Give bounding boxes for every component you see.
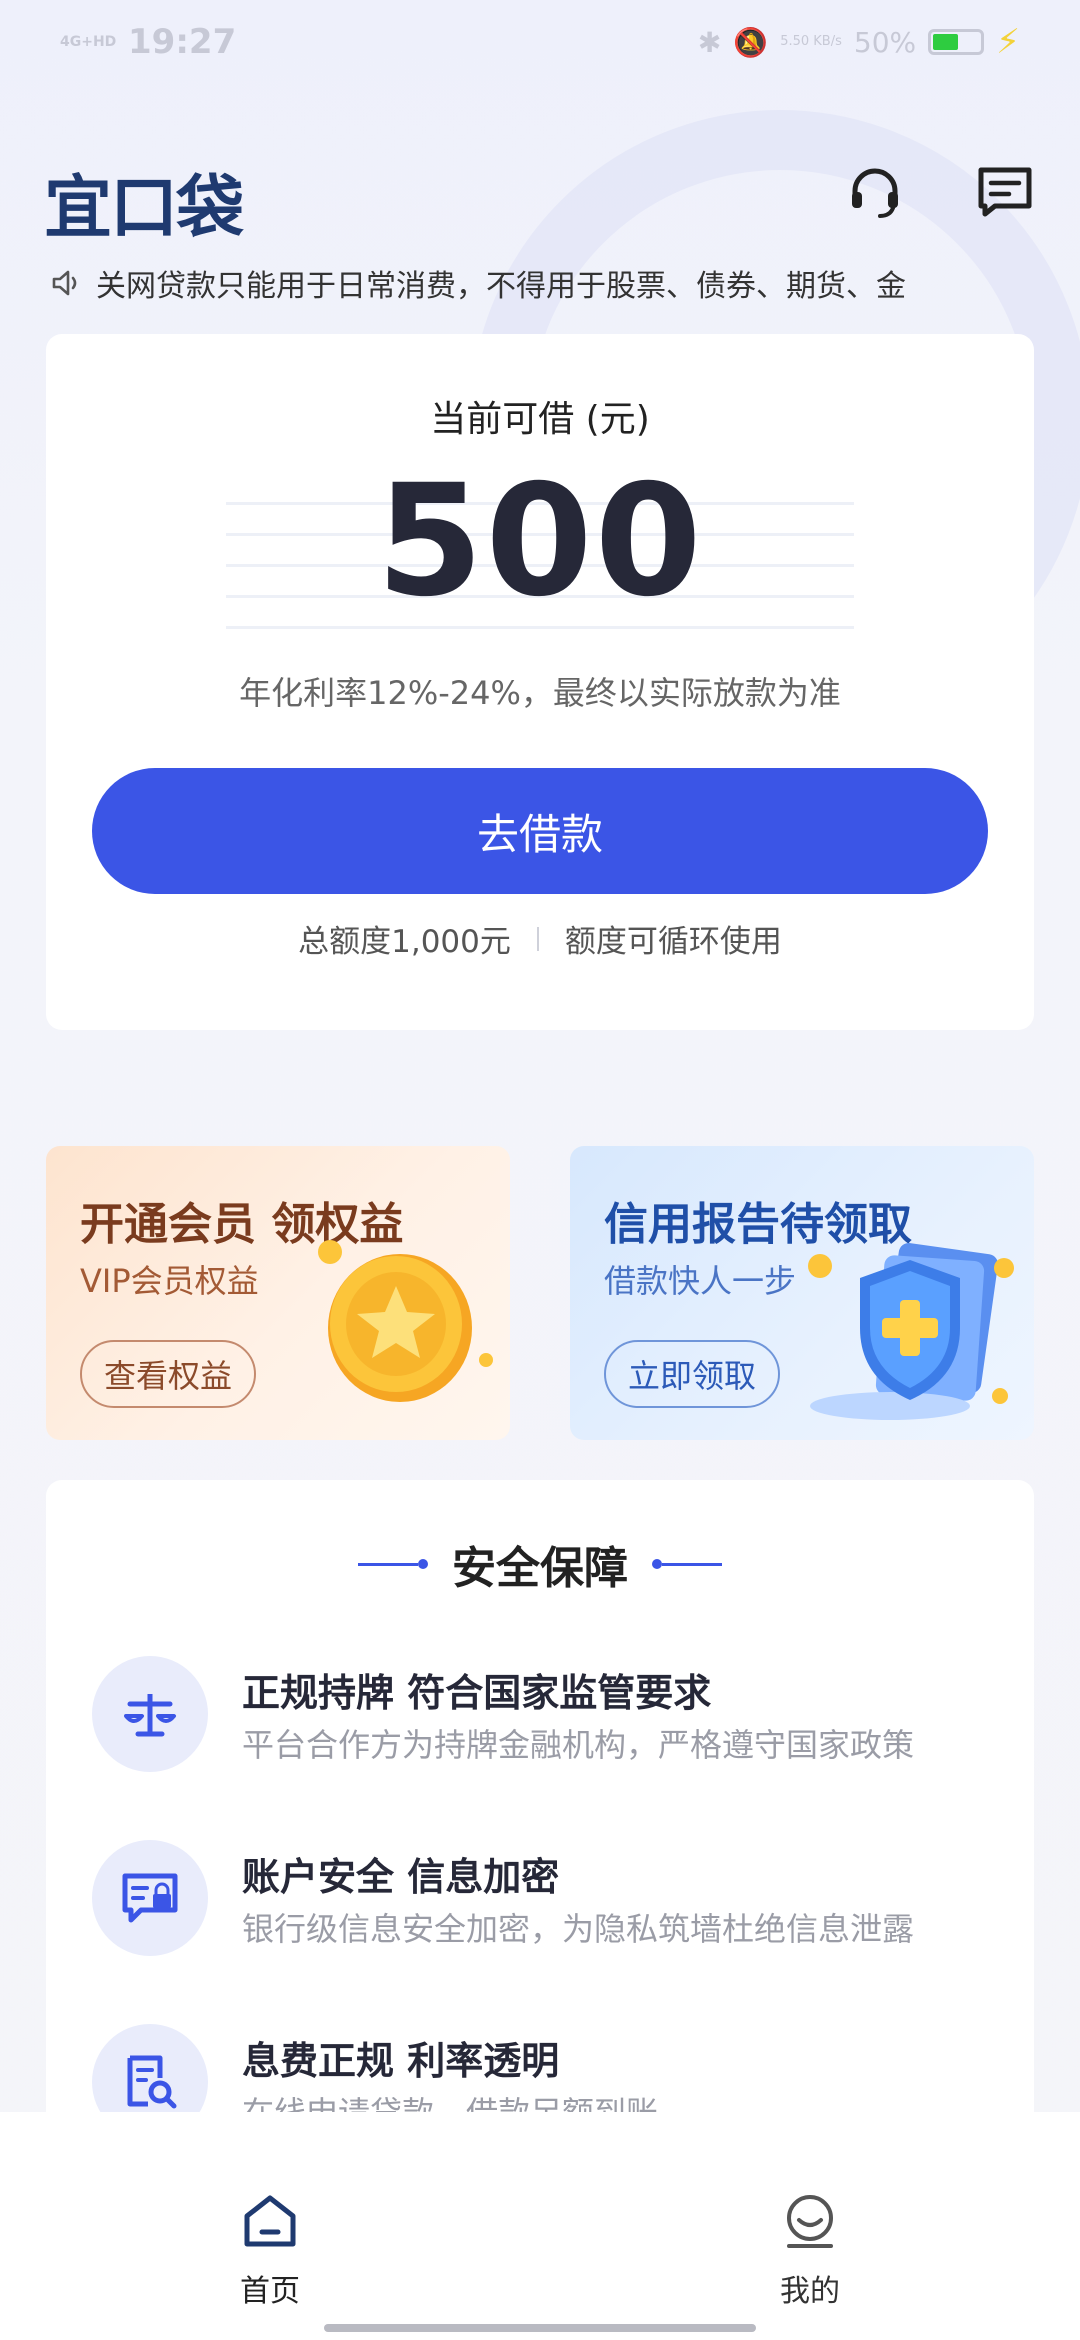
secure-message-icon — [92, 1840, 208, 1956]
charging-icon: ⚡ — [996, 22, 1020, 62]
bottom-tab-bar: 首页 我的 — [0, 2112, 1080, 2340]
app-header: 宜口袋 — [44, 148, 1040, 248]
available-amount: 500 — [376, 452, 704, 631]
security-card: 安全保障 正规持牌 符合国家监管要求 平台合作方为持牌金融机构，严格遵守国家政策 — [46, 1480, 1034, 2180]
security-item-heading: 息费正规 利率透明 — [242, 2039, 560, 2083]
security-item: 账户安全 信息加密 银行级信息安全加密，为隐私筑墙杜绝信息泄露 — [92, 1840, 992, 1960]
profile-icon — [787, 2195, 833, 2248]
view-benefits-button[interactable]: 查看权益 — [80, 1340, 257, 1408]
app-logo: 宜口袋 — [44, 169, 244, 248]
network-indicator: 4G+HD — [60, 34, 117, 50]
shield-report-icon — [808, 1243, 1014, 1420]
security-item-heading: 正规持牌 符合国家监管要求 — [242, 1671, 712, 1715]
divider — [536, 926, 539, 951]
message-icon — [978, 167, 1032, 217]
security-item-desc: 银行级信息安全加密，为隐私筑墙杜绝信息泄露 — [242, 1910, 915, 1948]
limit-info: 总额度1,000元 额度可循环使用 — [46, 916, 1034, 961]
security-title-row: 安全保障 — [46, 1532, 1034, 1596]
title-decoration-left — [358, 1559, 428, 1569]
security-item: 正规持牌 符合国家监管要求 平台合作方为持牌金融机构，严格遵守国家政策 — [92, 1656, 992, 1776]
claim-now-button[interactable]: 立即领取 — [604, 1340, 781, 1408]
coin-star-icon — [318, 1240, 493, 1402]
tab-home[interactable]: 首页 — [200, 2192, 340, 2310]
title-decoration-right — [652, 1559, 722, 1569]
messages-button[interactable] — [970, 158, 1040, 228]
network-speed: 5.50 KB/s — [780, 34, 842, 49]
tab-home-label: 首页 — [240, 2274, 300, 2309]
credit-report-promo-card[interactable]: 信用报告待领取 借款快人一步 立即领取 — [570, 1146, 1034, 1440]
credit-promo-subtitle: 借款快人一步 — [604, 1262, 797, 1300]
headset-icon — [852, 168, 898, 218]
security-title: 安全保障 — [452, 1543, 628, 1594]
speaker-icon — [52, 270, 77, 296]
borrow-button[interactable]: 去借款 — [92, 768, 988, 894]
battery-percent: 50% — [853, 25, 917, 59]
notice-text: 关网贷款只能用于日常消费，不得用于股票、债券、期货、金 — [96, 269, 906, 304]
interest-rate-text: 年化利率12%-24%，最终以实际放款为准 — [239, 674, 841, 712]
home-indicator — [324, 2324, 756, 2332]
notice-banner[interactable]: 关网贷款只能用于日常消费，不得用于股票、债券、期货、金 — [50, 258, 1030, 308]
mute-icon: 🔕 — [733, 25, 769, 59]
scale-icon — [92, 1656, 208, 1772]
home-icon — [244, 2195, 296, 2247]
loan-card: 当前可借 (元) 500 年化利率12%-24%，最终以实际放款为准 去借款 总… — [46, 334, 1034, 1030]
total-limit: 总额度1,000元 — [298, 924, 511, 960]
security-item-desc: 平台合作方为持牌金融机构，严格遵守国家政策 — [242, 1726, 915, 1764]
tab-mine[interactable]: 我的 — [740, 2192, 880, 2310]
tab-mine-label: 我的 — [780, 2274, 840, 2309]
vip-promo-card[interactable]: 开通会员 领权益 VIP会员权益 查看权益 — [46, 1146, 510, 1440]
revolving-note: 额度可循环使用 — [564, 924, 782, 960]
vip-promo-subtitle: VIP会员权益 — [80, 1262, 259, 1300]
customer-service-button[interactable] — [840, 158, 910, 228]
security-item-heading: 账户安全 信息加密 — [242, 1855, 560, 1899]
available-label: 当前可借 (元) — [430, 399, 650, 440]
status-time: 19:27 — [128, 22, 237, 62]
bluetooth-icon: ✱ — [697, 25, 722, 59]
battery-icon — [928, 29, 985, 55]
status-bar: 4G+HD 19:27 ✱ 🔕 5.50 KB/s 50% ⚡ — [0, 0, 1080, 84]
